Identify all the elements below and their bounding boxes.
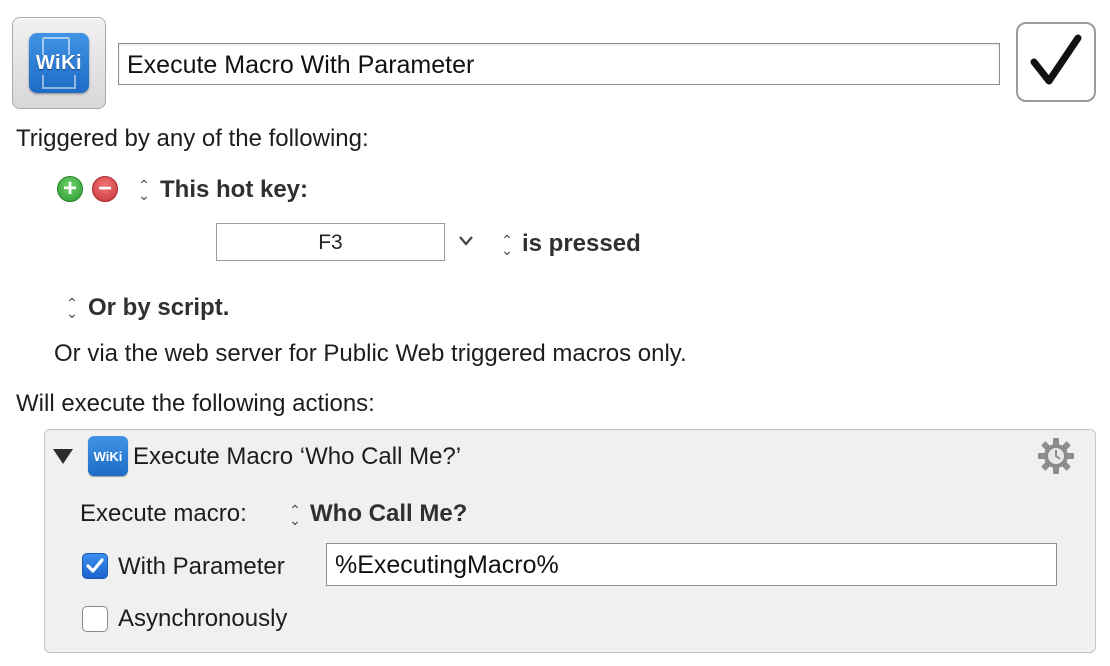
macro-icon-well[interactable]: WiKi — [12, 17, 106, 109]
wiki-icon-label: WiKi — [93, 449, 123, 464]
disclosure-triangle-icon[interactable] — [53, 449, 73, 464]
action-title: Execute Macro ‘Who Call Me?’ — [133, 443, 462, 470]
trigger-type-hotkey[interactable]: This hot key: — [160, 176, 308, 204]
checkmark-icon — [86, 558, 104, 573]
wiki-icon: WiKi — [88, 436, 128, 476]
trigger-type-updown-icon[interactable]: ⌃ ⌄ — [137, 178, 151, 202]
wiki-icon-doc-bottom — [42, 75, 76, 89]
wiki-icon-label: WiKi — [35, 52, 83, 74]
execute-macro-label: Execute macro: — [80, 500, 247, 527]
asynchronously-label[interactable]: Asynchronously — [118, 605, 287, 633]
triggers-heading: Triggered by any of the following: — [16, 125, 369, 152]
actions-heading: Will execute the following actions: — [16, 390, 375, 417]
remove-trigger-button[interactable]: − — [92, 176, 118, 202]
script-trigger-label[interactable]: Or by script. — [88, 294, 229, 322]
hotkey-condition-popup[interactable]: is pressed — [522, 230, 641, 258]
macro-enabled-checkbox[interactable] — [1016, 22, 1096, 102]
checkmark-icon — [1030, 34, 1082, 85]
add-trigger-button[interactable]: + — [57, 176, 83, 202]
hotkey-field[interactable]: F3 — [216, 223, 445, 261]
macro-name-field[interactable]: Execute Macro With Parameter — [118, 43, 1000, 85]
with-parameter-label[interactable]: With Parameter — [118, 553, 285, 581]
macro-selector-popup[interactable]: Who Call Me? — [310, 500, 467, 528]
macro-selector-updown-icon[interactable]: ⌃ ⌄ — [288, 503, 302, 527]
web-server-trigger-text: Or via the web server for Public Web tri… — [54, 340, 687, 367]
asynchronously-checkbox[interactable] — [82, 606, 108, 632]
script-trigger-updown-icon[interactable]: ⌃ ⌄ — [65, 296, 79, 320]
wiki-icon: WiKi — [29, 33, 89, 93]
parameter-field[interactable]: %ExecutingMacro% — [326, 543, 1057, 586]
hotkey-condition-updown-icon[interactable]: ⌃ ⌄ — [500, 233, 514, 257]
gear-icon[interactable] — [1036, 436, 1076, 476]
chevron-down-icon[interactable] — [458, 234, 474, 248]
with-parameter-checkbox[interactable] — [82, 553, 108, 579]
